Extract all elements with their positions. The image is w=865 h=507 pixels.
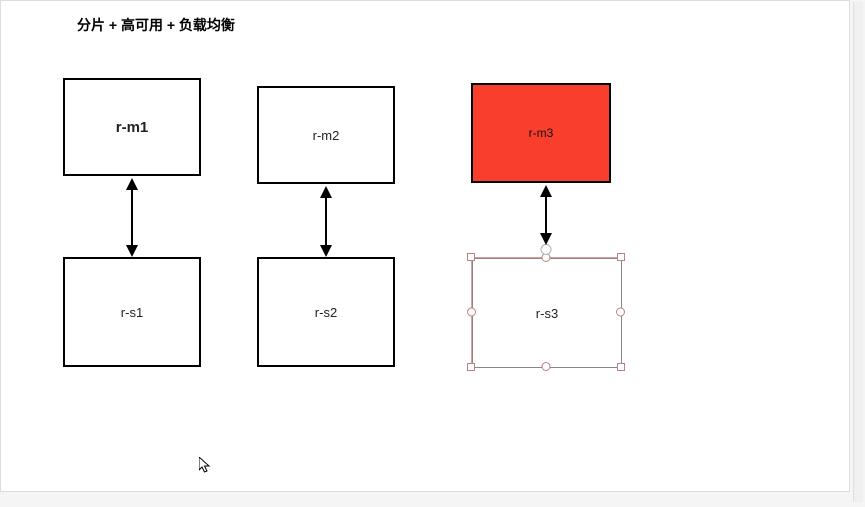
cursor-icon [199,457,213,480]
node-m2-label: r-m2 [313,128,340,143]
resize-handle-tr[interactable] [617,253,625,261]
arrow-down-icon [320,245,332,257]
node-s1[interactable]: r-s1 [63,257,201,367]
node-m3-label: r-m3 [529,126,554,140]
node-s3-label: r-s3 [536,306,558,321]
arrow-down-icon [126,245,138,257]
resize-handle-bl[interactable] [467,363,475,371]
connector-handle-top[interactable] [541,244,552,255]
resize-handle-b[interactable] [542,362,551,371]
connector-m1-s1[interactable] [131,187,133,245]
node-m3[interactable]: r-m3 [471,83,611,183]
node-s2[interactable]: r-s2 [257,257,395,367]
node-m1[interactable]: r-m1 [63,78,201,176]
node-s3[interactable]: r-s3 [472,258,622,368]
connector-m3-s3[interactable] [545,194,547,236]
slide-canvas[interactable]: 分片 + 高可用 + 负载均衡 r-m1 r-m2 r-m3 r-s1 r-s2… [0,0,850,492]
vertical-scrollbar[interactable] [853,2,863,502]
node-s1-label: r-s1 [121,305,143,320]
resize-handle-l[interactable] [467,308,476,317]
slide-title: 分片 + 高可用 + 负载均衡 [77,15,235,35]
connector-m2-s2[interactable] [325,195,327,245]
node-s2-label: r-s2 [315,305,337,320]
node-m1-label: r-m1 [116,119,149,136]
resize-handle-br[interactable] [617,363,625,371]
arrow-down-icon [540,233,552,245]
resize-handle-tl[interactable] [467,253,475,261]
node-m2[interactable]: r-m2 [257,86,395,184]
resize-handle-r[interactable] [616,308,625,317]
node-s3-selection[interactable]: r-s3 [471,257,621,367]
